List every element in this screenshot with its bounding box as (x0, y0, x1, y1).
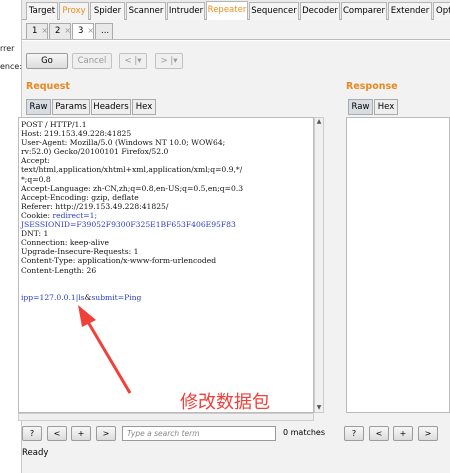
tab-spider[interactable]: Spider (90, 2, 125, 20)
response-view-hex[interactable]: Hex (374, 99, 398, 115)
tab-sequencer[interactable]: Sequencer (249, 2, 299, 20)
main-tab-bar: Target Proxy Spider Scanner Intruder Rep… (22, 0, 450, 21)
header-line: Referer: http://219.153.49.228:41825/ (21, 201, 169, 211)
header-line: Content-Type: application/x-www-form-url… (21, 256, 217, 266)
request-view-headers[interactable]: Headers (91, 99, 131, 115)
scroll-down-icon[interactable]: ▼ (315, 404, 323, 412)
header-line: Accept-Language: zh-CN,zh;q=0.8,en-US;q=… (21, 183, 244, 193)
header-line: Host: 219.153.49.228:41825 (21, 129, 132, 139)
request-view-params[interactable]: Params (52, 99, 90, 115)
param-name-ipp: ipp (21, 292, 34, 302)
go-button[interactable]: Go (26, 53, 68, 69)
subtab-2[interactable]: 2 × (49, 23, 71, 39)
subtab-label: 3 (78, 26, 84, 36)
back-button[interactable]: < |▾ (119, 53, 147, 69)
search-next-button[interactable]: > (96, 426, 116, 441)
header-line: Upgrade-Insecure-Requests: 1 (21, 247, 139, 257)
burp-window: rrer ence: Target Proxy Spider Scanner I… (0, 0, 450, 473)
response-view-raw[interactable]: Raw (348, 99, 373, 115)
header-line: Accept: (21, 156, 50, 166)
header-line: User-Agent: Mozilla/5.0 (Windows NT 10.0… (21, 138, 226, 148)
repeater-subtab-bar: 1 × 2 × 3 × ... (22, 20, 450, 40)
request-title: Request (26, 81, 70, 92)
request-hscrollbar[interactable] (18, 413, 314, 421)
cookie-session: JSESSIONID=F39052F9300F325E1BF653F406E95… (21, 220, 236, 230)
cookie-key: Cookie: (21, 210, 53, 220)
tab-comparer[interactable]: Comparer (341, 2, 387, 20)
cancel-button[interactable]: Cancel (72, 53, 112, 69)
request-text[interactable]: POST / HTTP/1.1 Host: 219.153.49.228:418… (19, 118, 313, 304)
request-vscrollbar[interactable]: ▲ ▼ (314, 117, 324, 413)
annotation-label: 修改数据包 (180, 392, 270, 413)
header-line: Content-Length: 26 (21, 265, 97, 275)
param-value-ipp: =127.0.0.1|ls (33, 292, 85, 302)
subtab-label: 1 (32, 26, 38, 36)
param-value-submit: =Ping (117, 292, 142, 302)
tab-options[interactable]: Opti (433, 2, 450, 20)
tab-decoder[interactable]: Decoder (300, 2, 340, 20)
close-icon[interactable]: × (87, 26, 94, 35)
request-line: POST / HTTP/1.1 (21, 120, 87, 129)
header-line: Accept-Encoding: gzip, deflate (21, 192, 139, 202)
search-input[interactable]: Type a search term (122, 426, 276, 441)
cookie-value: redirect=1; (52, 210, 98, 220)
subtab-new[interactable]: ... (95, 23, 113, 39)
request-view-raw[interactable]: Raw (26, 99, 51, 115)
tab-scanner[interactable]: Scanner (126, 2, 166, 20)
search-prev-button[interactable]: < (47, 426, 67, 441)
header-line: rv:52.0) Gecko/20100101 Firefox/52.0 (21, 147, 169, 157)
background-text-1: rrer (0, 44, 15, 53)
header-line: text/html,application/xhtml+xml,applicat… (21, 165, 243, 175)
close-icon[interactable]: × (64, 26, 71, 35)
header-line: DNT: 1 (21, 229, 49, 239)
search-help-button[interactable]: ? (22, 426, 42, 441)
scroll-up-icon[interactable]: ▲ (315, 118, 323, 126)
response-viewer[interactable] (346, 117, 450, 413)
tab-intruder[interactable]: Intruder (167, 2, 205, 20)
tab-extender[interactable]: Extender (388, 2, 432, 20)
search-add-button[interactable]: + (71, 426, 91, 441)
tab-repeater[interactable]: Repeater (206, 1, 248, 21)
header-line: *;q=0.8 (21, 174, 51, 184)
close-icon[interactable]: × (41, 26, 48, 35)
post-body[interactable]: ipp=127.0.0.1|ls&submit=Ping (21, 293, 141, 302)
subtab-label: 2 (55, 26, 61, 36)
param-name-submit: submit (91, 292, 118, 302)
subtab-3[interactable]: 3 × (72, 23, 94, 39)
response-search-next-button[interactable]: > (418, 426, 438, 441)
subtab-1[interactable]: 1 × (26, 23, 48, 39)
request-view-hex[interactable]: Hex (132, 99, 156, 115)
cookie-line: Cookie: redirect=1; (21, 211, 97, 220)
background-text-2: ence: (0, 62, 23, 71)
response-search-add-button[interactable]: + (393, 426, 413, 441)
response-title: Response (346, 81, 398, 92)
response-search-prev-button[interactable]: < (369, 426, 389, 441)
tab-proxy[interactable]: Proxy (59, 2, 89, 20)
status-bar: Ready (22, 448, 49, 458)
tab-target[interactable]: Target (26, 2, 58, 20)
request-editor[interactable]: POST / HTTP/1.1 Host: 219.153.49.228:418… (18, 117, 314, 413)
forward-button[interactable]: > |▾ (155, 53, 183, 69)
header-line: Connection: keep-alive (21, 238, 110, 248)
response-search-help-button[interactable]: ? (344, 426, 364, 441)
search-match-count: 0 matches (283, 428, 326, 437)
